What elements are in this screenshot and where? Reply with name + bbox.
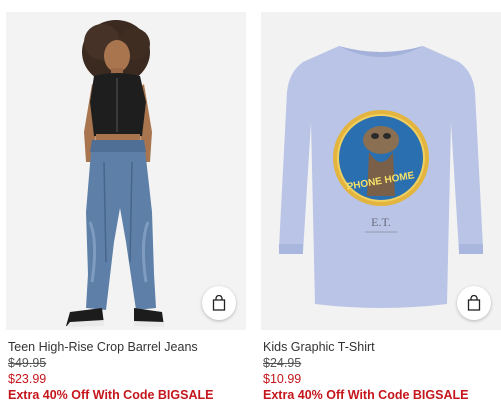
product-name[interactable]: Teen High-Rise Crop Barrel Jeans [8, 339, 246, 355]
add-to-bag-button[interactable] [202, 286, 236, 320]
product-name[interactable]: Kids Graphic T-Shirt [263, 339, 501, 355]
graphic-caption: E.T. [371, 215, 391, 229]
product-card-tshirt[interactable]: PHONE HOME E.T. Kids Graphic T-Shirt $24… [261, 12, 501, 404]
product-card-jeans[interactable]: Teen High-Rise Crop Barrel Jeans $49.95 … [6, 12, 246, 404]
shopping-bag-icon [467, 295, 481, 311]
product-image-tshirt[interactable]: PHONE HOME E.T. [261, 12, 501, 330]
original-price: $49.95 [8, 356, 47, 370]
et-graphic-shirt-photo-icon: PHONE HOME E.T. [261, 12, 501, 330]
sale-price: $10.99 [263, 372, 302, 386]
promo-text: Extra 40% Off With Code BIGSALE [263, 388, 469, 402]
add-to-bag-button[interactable] [457, 286, 491, 320]
product-image-jeans[interactable] [6, 12, 246, 330]
model-photo-icon [6, 12, 246, 330]
shopping-bag-icon [212, 295, 226, 311]
sale-price: $23.99 [8, 372, 47, 386]
original-price: $24.95 [263, 356, 302, 370]
promo-text: Extra 40% Off With Code BIGSALE [8, 388, 214, 402]
